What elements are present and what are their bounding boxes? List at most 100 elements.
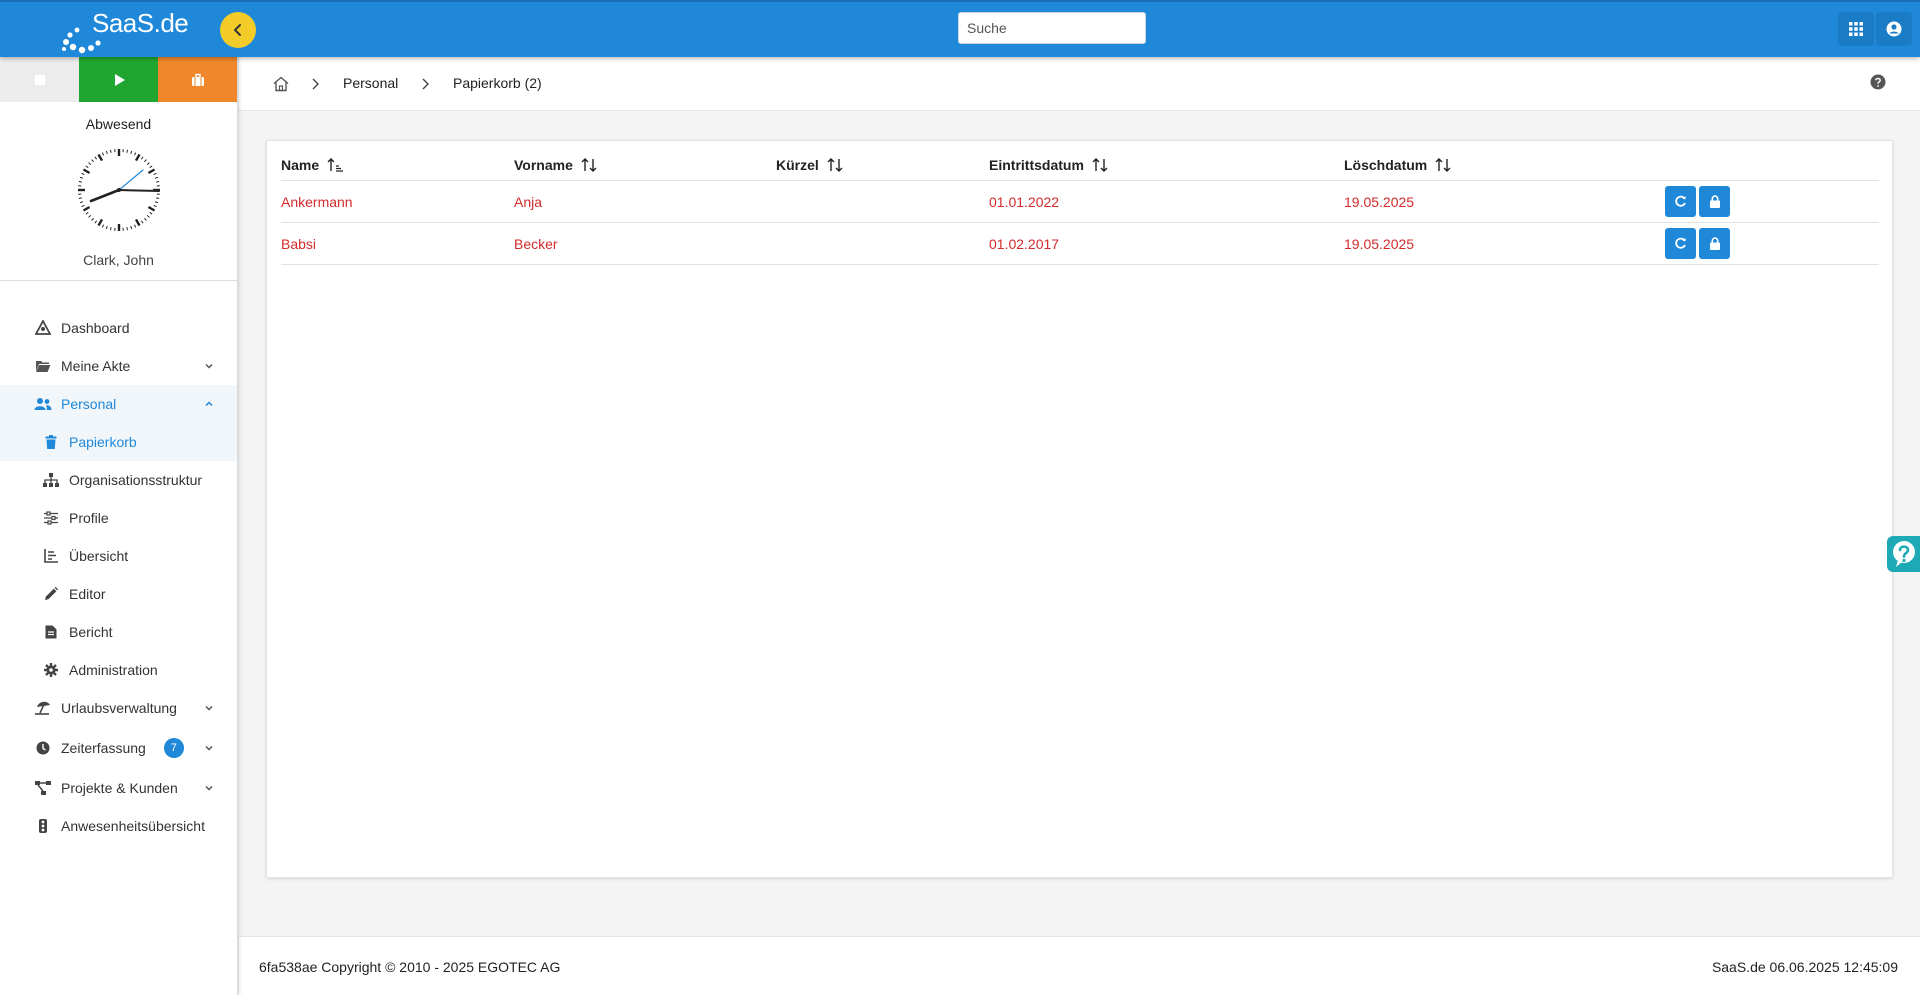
chevron-right-icon bbox=[422, 78, 429, 90]
gear-icon bbox=[42, 661, 60, 679]
sidebar-item-label: Personal bbox=[61, 396, 117, 412]
project-diagram-icon bbox=[34, 779, 52, 797]
file-report-icon bbox=[42, 623, 60, 641]
apps-grid-button[interactable] bbox=[1838, 12, 1874, 46]
sidebar-item-label: Projekte & Kunden bbox=[61, 780, 178, 796]
cell-loeschdatum[interactable]: 19.05.2025 bbox=[1344, 194, 1414, 210]
chevron-left-icon bbox=[234, 24, 241, 36]
sidebar-collapse-button[interactable] bbox=[220, 12, 256, 48]
grid-icon bbox=[1849, 22, 1863, 36]
search-input[interactable] bbox=[958, 12, 1146, 44]
time-tracking-controls bbox=[0, 57, 237, 102]
column-header-label: Name bbox=[281, 157, 320, 173]
table-row[interactable]: Babsi Becker 01.02.2017 19.05.2025 bbox=[281, 223, 1879, 265]
trash-icon bbox=[42, 433, 60, 451]
column-header-kuerzel[interactable]: Kürzel bbox=[776, 157, 843, 173]
sidebar-item-label: Dashboard bbox=[61, 320, 130, 336]
sidebar-item-label: Papierkorb bbox=[69, 434, 137, 450]
sliders-icon bbox=[42, 509, 60, 527]
cell-eintrittsdatum[interactable]: 01.01.2022 bbox=[989, 194, 1059, 210]
sidebar-item-bericht[interactable]: Bericht bbox=[0, 613, 237, 651]
analog-clock bbox=[76, 148, 161, 232]
column-header-name[interactable]: Name bbox=[281, 157, 344, 173]
restore-icon bbox=[1675, 195, 1686, 207]
sidebar-item-uebersicht[interactable]: Übersicht bbox=[0, 537, 237, 575]
column-header-eintrittsdatum[interactable]: Eintrittsdatum bbox=[989, 157, 1108, 173]
sidebar-item-editor[interactable]: Editor bbox=[0, 575, 237, 613]
stop-button[interactable] bbox=[0, 57, 79, 102]
floating-help-button[interactable] bbox=[1887, 536, 1920, 572]
user-name: Clark, John bbox=[83, 252, 154, 268]
lock-button[interactable] bbox=[1699, 186, 1730, 217]
server-time: SaaS.de 06.06.2025 12:45:09 bbox=[1711, 959, 1898, 975]
notification-badge: 7 bbox=[163, 738, 184, 758]
sidebar-item-label: Organisationsstruktur bbox=[69, 472, 203, 488]
breadcrumb-item-personal[interactable]: Personal bbox=[343, 75, 398, 91]
logo[interactable]: SaaS.de bbox=[60, 6, 190, 54]
sidebar-item-dashboard[interactable]: Dashboard bbox=[0, 309, 237, 347]
sort-icon bbox=[1092, 158, 1108, 172]
breadcrumb: Personal Papierkorb (2) bbox=[239, 57, 1920, 111]
home-icon[interactable] bbox=[272, 75, 290, 93]
presence-status: Abwesend bbox=[85, 116, 152, 132]
sidebar-item-projekte-kunden[interactable]: Projekte & Kunden bbox=[0, 769, 237, 807]
chevron-down-icon bbox=[205, 745, 213, 751]
sort-icon bbox=[581, 158, 597, 172]
cell-name[interactable]: Ankermann bbox=[281, 194, 353, 210]
lock-icon bbox=[1709, 237, 1720, 250]
traffic-light-icon bbox=[34, 817, 52, 835]
sidebar-divider bbox=[0, 280, 237, 281]
chevron-down-icon bbox=[205, 785, 213, 791]
sidebar-item-administration[interactable]: Administration bbox=[0, 651, 237, 689]
sidebar-item-profile[interactable]: Profile bbox=[0, 499, 237, 537]
pencil-icon bbox=[42, 585, 60, 603]
user-menu-button[interactable] bbox=[1876, 12, 1912, 46]
chevron-down-icon bbox=[205, 705, 213, 711]
restore-button[interactable] bbox=[1665, 186, 1696, 217]
sidebar-item-label: Übersicht bbox=[69, 548, 129, 564]
lock-icon bbox=[1709, 195, 1720, 208]
sidebar-item-label: Profile bbox=[69, 510, 109, 526]
restore-button[interactable] bbox=[1665, 228, 1696, 259]
sort-icon bbox=[827, 158, 843, 172]
sidebar-item-papierkorb[interactable]: Papierkorb bbox=[0, 423, 237, 461]
chevron-down-icon bbox=[205, 363, 213, 369]
chevron-up-icon bbox=[205, 401, 213, 407]
clock-icon bbox=[34, 739, 52, 757]
top-bar: SaaS.de bbox=[0, 0, 1920, 57]
sidebar-item-urlaubsverwaltung[interactable]: Urlaubsverwaltung bbox=[0, 689, 237, 727]
sidebar-item-meine-akte[interactable]: Meine Akte bbox=[0, 347, 237, 385]
table-row[interactable]: Ankermann Anja 01.01.2022 19.05.2025 bbox=[281, 181, 1879, 223]
copyright-text: 6fa538ae Copyright © 2010 - 2025 EGOTEC … bbox=[259, 959, 561, 975]
dashboard-icon bbox=[34, 319, 52, 337]
cell-eintrittsdatum[interactable]: 01.02.2017 bbox=[989, 236, 1059, 252]
trash-table-card: Name Vorname Kürzel Eintrittsdatum Lösch… bbox=[266, 140, 1893, 878]
sidebar-item-organisationsstruktur[interactable]: Organisationsstruktur bbox=[0, 461, 237, 499]
play-icon bbox=[114, 73, 125, 86]
start-button[interactable] bbox=[79, 57, 158, 102]
sidebar-item-label: Bericht bbox=[69, 624, 113, 640]
stop-icon bbox=[34, 74, 45, 85]
sidebar: Abwesend Clark, John Dashboard Meine Akt… bbox=[0, 57, 238, 995]
sidebar-item-zeiterfassung[interactable]: Zeiterfassung 7 bbox=[0, 727, 237, 769]
suitcase-icon bbox=[191, 73, 204, 86]
business-trip-button[interactable] bbox=[158, 57, 237, 102]
lock-button[interactable] bbox=[1699, 228, 1730, 259]
column-header-loeschdatum[interactable]: Löschdatum bbox=[1344, 157, 1451, 173]
help-icon[interactable] bbox=[1870, 74, 1886, 90]
sidebar-item-label: Meine Akte bbox=[61, 358, 131, 374]
restore-icon bbox=[1675, 237, 1686, 249]
cell-vorname[interactable]: Anja bbox=[514, 194, 542, 210]
sidebar-item-personal[interactable]: Personal bbox=[0, 385, 237, 423]
table-header: Name Vorname Kürzel Eintrittsdatum Lösch… bbox=[281, 141, 1879, 181]
sidebar-item-label: Urlaubsverwaltung bbox=[61, 700, 177, 716]
breadcrumb-item-current: Papierkorb (2) bbox=[453, 75, 542, 91]
cell-loeschdatum[interactable]: 19.05.2025 bbox=[1344, 236, 1414, 252]
cell-name[interactable]: Babsi bbox=[281, 236, 316, 252]
column-header-vorname[interactable]: Vorname bbox=[514, 157, 597, 173]
sort-ascending-icon bbox=[327, 158, 344, 172]
sidebar-item-label: Anwesenheitsübersicht bbox=[61, 818, 205, 834]
sort-icon bbox=[1435, 158, 1451, 172]
cell-vorname[interactable]: Becker bbox=[514, 236, 558, 252]
sidebar-item-anwesenheitsuebersicht[interactable]: Anwesenheitsübersicht bbox=[0, 807, 237, 845]
